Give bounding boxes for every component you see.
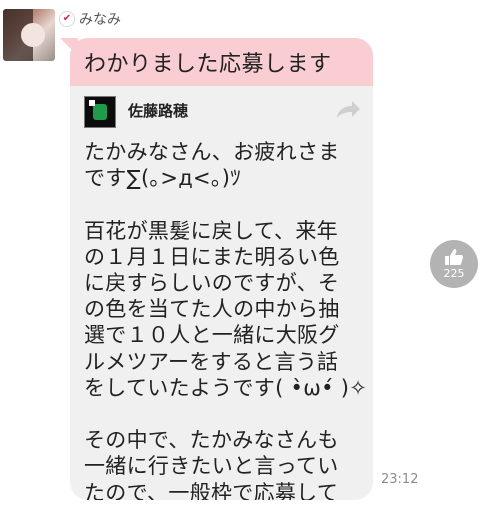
avatar-figure [93,104,107,120]
thumbs-up-icon [445,249,464,265]
sender-name: みなみ [79,12,121,28]
sender-header: ✔ みなみ [59,9,121,29]
like-count: 225 [443,267,465,280]
quote-text: たかみなさん、お疲れさま です∑(｡>д<｡)ﾂ 百花が黒髪に戻して、来年 の１… [84,140,368,500]
message-bubble[interactable]: わかりました応募します 佐藤路穂 たかみなさん、お疲れさま です∑(｡>д<｡)… [70,38,373,500]
message-timestamp: 23:12 [381,472,419,487]
sender-avatar[interactable] [3,9,55,61]
avatar-face [21,23,45,47]
message-caption: わかりました応募します [84,52,332,77]
check-icon: ✔ [59,11,75,27]
quote-author-name: 佐藤路穂 [128,102,189,120]
like-button[interactable]: 225 [430,240,478,288]
message-caption-area: わかりました応募します [70,38,373,86]
quote-author-avatar[interactable] [84,96,116,128]
share-icon[interactable] [334,96,362,122]
avatar-detail [89,100,95,106]
